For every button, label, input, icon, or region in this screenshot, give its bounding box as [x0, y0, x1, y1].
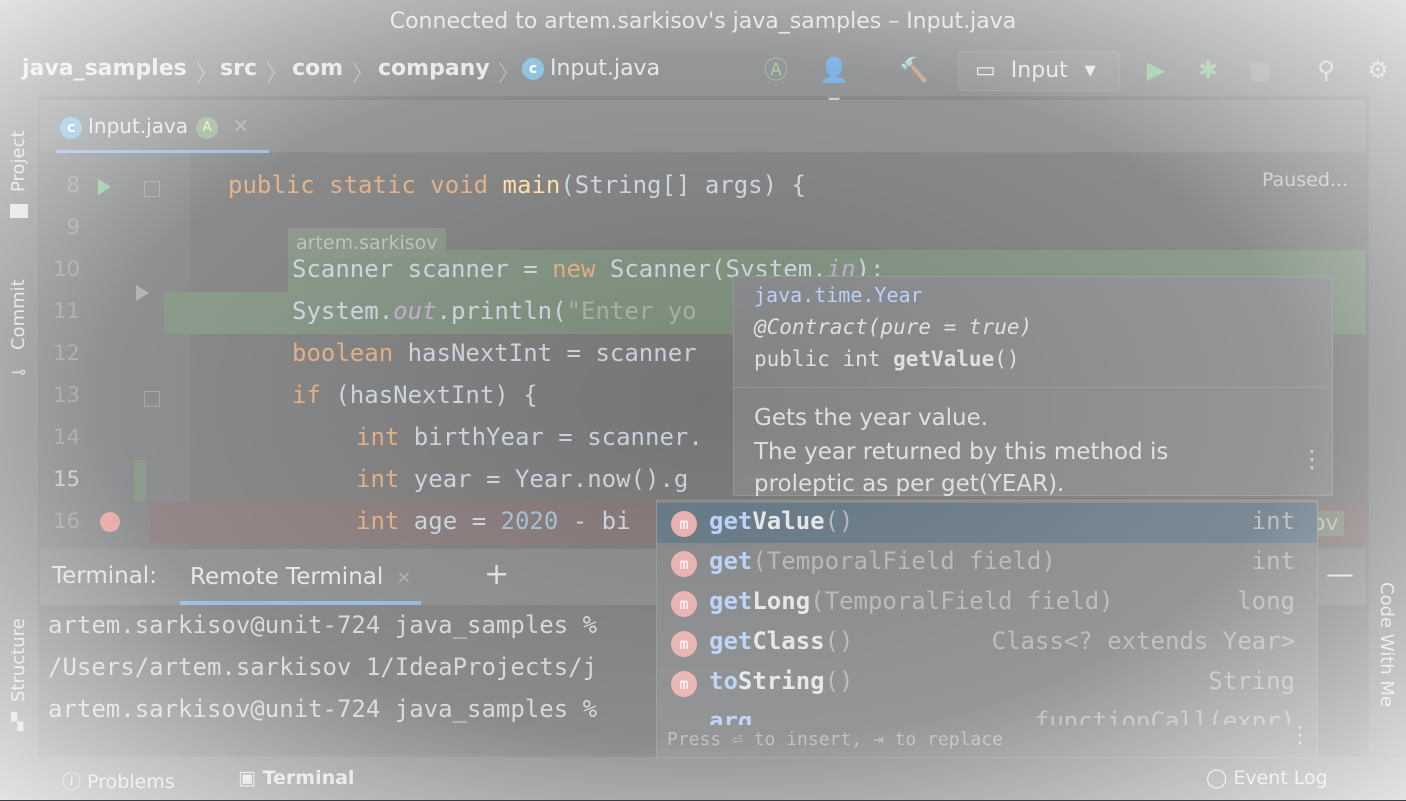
stop-icon[interactable]: ■	[1244, 54, 1276, 86]
doc-description: The year returned by this method is	[754, 439, 1169, 465]
divider	[734, 387, 1332, 388]
breadcrumb-separator: 〉	[266, 62, 289, 87]
commit-icon: ⊸	[11, 362, 27, 383]
more-options-icon[interactable]: ⋮	[1289, 723, 1311, 748]
breadcrumb-project[interactable]: java_samples	[22, 56, 187, 81]
problems-icon: ⓘ	[62, 771, 88, 793]
config-icon: ▭	[975, 58, 996, 83]
line-number: 8	[66, 173, 80, 197]
fold-icon[interactable]	[144, 391, 160, 407]
new-tab-plus-icon[interactable]: +	[484, 557, 509, 592]
tab-remote-terminal[interactable]: Remote Terminal ✕	[180, 549, 422, 605]
breadcrumb-company[interactable]: company	[378, 56, 490, 81]
breadcrumb-separator: 〉	[352, 62, 375, 87]
problems-tool-button[interactable]: ⓘ Problems	[62, 767, 175, 794]
tab-input-java[interactable]: c Input.java A ✕	[56, 100, 270, 154]
completion-item[interactable]: m toString() String	[657, 663, 1317, 703]
gear-icon[interactable]: ⚙	[1362, 54, 1394, 86]
more-options-icon[interactable]: ⋮	[1300, 445, 1324, 473]
breadcrumb-com[interactable]: com	[292, 56, 343, 81]
doc-class-name[interactable]: java.time.Year	[754, 283, 923, 307]
right-tool-stripe: Code With Me	[1368, 96, 1406, 756]
line-number: 9	[66, 215, 80, 239]
quick-documentation-popup: java.time.Year @Contract(pure = true) pu…	[733, 276, 1333, 497]
editor-tab-bar: c Input.java A ✕	[40, 100, 1366, 154]
code-line: int age = 2020 - bi	[356, 507, 631, 535]
code-with-me-tool-button[interactable]: Code With Me	[1376, 582, 1397, 707]
structure-icon: ▚	[11, 712, 24, 731]
breadcrumb-separator: 〉	[196, 62, 219, 87]
close-tab-icon[interactable]: ✕	[232, 114, 249, 138]
minimize-icon[interactable]: —	[1326, 557, 1354, 590]
completion-item[interactable]: arg functionCall(expr)	[657, 703, 1317, 725]
method-icon: m	[671, 631, 697, 657]
code-line: int birthYear = scanner.	[356, 423, 703, 451]
completion-hint: Press ⏎ to insert, ⇥ to replace	[667, 729, 1003, 750]
line-number: 14	[53, 425, 80, 449]
line-number: 16	[53, 509, 80, 533]
completion-item[interactable]: m getValue() int	[657, 503, 1317, 543]
status-badge: A	[196, 116, 219, 139]
java-class-icon: c	[522, 58, 544, 80]
run-icon[interactable]: ▶	[1140, 54, 1172, 86]
line-number: 10	[53, 257, 80, 281]
method-icon: m	[671, 511, 697, 537]
code-line: int year = Year.now().g	[356, 465, 689, 493]
event-log-icon: ◯	[1206, 767, 1234, 789]
code-line: if (hasNextInt) {	[292, 381, 538, 409]
close-tab-icon[interactable]: ✕	[396, 568, 411, 589]
change-marker	[134, 460, 146, 502]
line-number: 15	[53, 467, 80, 491]
code-completion-popup: m getValue() int m get(TemporalField fie…	[656, 500, 1318, 758]
commit-tool-button[interactable]: Commit	[8, 279, 29, 350]
code-line: public static void main(String[] args) {	[228, 171, 806, 199]
doc-signature: public int getValue()	[754, 347, 1020, 371]
doc-description: Gets the year value.	[754, 405, 989, 431]
java-class-icon: c	[60, 116, 82, 139]
search-icon[interactable]: ⚲	[1310, 54, 1342, 86]
code-line: boolean hasNextInt = scanner	[292, 339, 697, 367]
run-configuration-select[interactable]: ▭ Input ▾	[958, 51, 1120, 91]
navigation-bar: java_samples 〉 src 〉 com 〉 company 〉 c In…	[0, 44, 1406, 116]
folder-icon	[10, 204, 28, 218]
breakpoint-icon[interactable]	[100, 512, 120, 532]
code-author-tag: artem.sarkisov	[288, 228, 446, 258]
line-number: 12	[53, 341, 80, 365]
window-title: Connected to artem.sarkisov's java_sampl…	[0, 0, 1406, 44]
chevron-down-icon: ▾	[1084, 58, 1096, 83]
project-tool-button[interactable]: Project	[8, 130, 29, 192]
code-line: System.out.println("Enter yo	[292, 297, 697, 325]
build-hammer-icon[interactable]: 🔨	[898, 54, 930, 86]
debug-bug-icon[interactable]: ✱	[1192, 54, 1224, 86]
add-user-icon[interactable]: 👤▾	[818, 54, 850, 116]
terminal-line: artem.sarkisov@unit-724 java_samples %	[48, 611, 598, 639]
collaboration-icon[interactable]: Ⓐ	[760, 54, 792, 86]
method-icon: m	[671, 551, 697, 577]
doc-annotation: @Contract(pure = true)	[754, 315, 1033, 339]
completion-item[interactable]: m getLong(TemporalField field) long	[657, 583, 1317, 623]
method-icon: m	[671, 671, 697, 697]
terminal-label: Terminal:	[52, 563, 157, 589]
terminal-line: /Users/artem.sarkisov 1/IdeaProjects/j	[48, 653, 598, 681]
terminal-icon: ▣	[238, 767, 263, 789]
completion-item[interactable]: m get(TemporalField field) int	[657, 543, 1317, 583]
doc-description: proleptic as per get(YEAR).	[754, 471, 1065, 497]
debug-status: Paused...	[1261, 169, 1348, 191]
breadcrumb-separator: 〉	[498, 62, 521, 87]
structure-tool-button[interactable]: Structure	[8, 618, 29, 702]
completion-item[interactable]: m getClass() Class<? extends Year>	[657, 623, 1317, 663]
event-log-tool-button[interactable]: ◯ Event Log	[1206, 767, 1328, 789]
run-gutter-icon[interactable]	[98, 179, 111, 195]
fold-icon[interactable]	[144, 181, 160, 197]
method-icon: m	[671, 591, 697, 617]
left-tool-stripe: Project Commit ⊸ Structure ▚	[0, 96, 39, 756]
breadcrumb-src[interactable]: src	[220, 56, 257, 81]
line-number: 13	[53, 383, 80, 407]
terminal-tool-button[interactable]: ▣ Terminal	[238, 767, 354, 789]
line-number: 11	[53, 299, 80, 323]
bottom-tool-bar: ⓘ Problems ▣ Terminal ◯ Event Log	[0, 756, 1406, 801]
terminal-line: artem.sarkisov@unit-724 java_samples %	[48, 695, 598, 723]
breadcrumb-file[interactable]: c Input.java	[522, 56, 660, 81]
execution-point-icon	[136, 285, 149, 301]
